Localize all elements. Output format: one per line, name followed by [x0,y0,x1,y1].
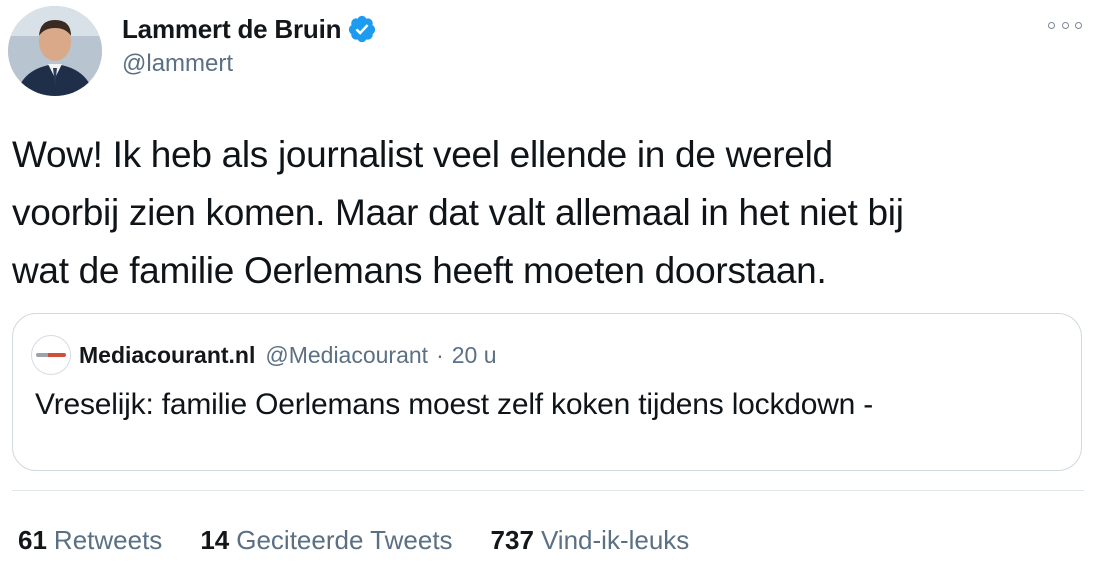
quoted-separator: · [436,341,444,368]
tweet: Lammert de Bruin @lammert Wow! Ik heb al… [0,0,1098,584]
retweets-label: Retweets [53,524,163,555]
quote-tweets-label: Geciteerde Tweets [236,524,453,555]
author-name-row: Lammert de Bruin [122,11,377,47]
quoted-author-avatar [31,335,71,375]
verified-badge-icon [347,14,377,44]
author-handle[interactable]: @lammert [122,50,233,78]
quoted-author-name: Mediacourant.nl [79,341,256,368]
quote-tweets-count: 14 [200,524,230,555]
author-display-name[interactable]: Lammert de Bruin [122,14,341,45]
author-avatar[interactable] [8,6,102,96]
likes-stat[interactable]: 737 Vind-ik-leuks [491,525,690,556]
engagement-stats: 61 Retweets 14 Geciteerde Tweets 737 Vin… [18,520,727,560]
profile-photo-icon [8,6,102,96]
tweet-text: Wow! Ik heb als journalist veel ellende … [12,134,904,291]
more-options-icon[interactable] [1048,18,1082,32]
quoted-author-handle: @Mediacourant [265,341,429,368]
quoted-tweet-card[interactable]: Mediacourant.nl @Mediacourant · 20 u Vre… [12,313,1082,471]
quote-tweets-stat[interactable]: 14 Geciteerde Tweets [200,525,452,556]
retweets-stat[interactable]: 61 Retweets [18,525,162,556]
quoted-tweet-header: Mediacourant.nl @Mediacourant · 20 u [31,335,497,375]
stats-divider [12,490,1084,491]
mediacourant-logo-icon [36,353,66,357]
quoted-tweet-text: Vreselijk: familie Oerlemans moest zelf … [35,388,874,421]
likes-count: 737 [490,524,534,555]
quoted-timestamp: 20 u [451,341,497,368]
retweets-count: 61 [18,524,47,555]
likes-label: Vind-ik-leuks [540,524,690,555]
